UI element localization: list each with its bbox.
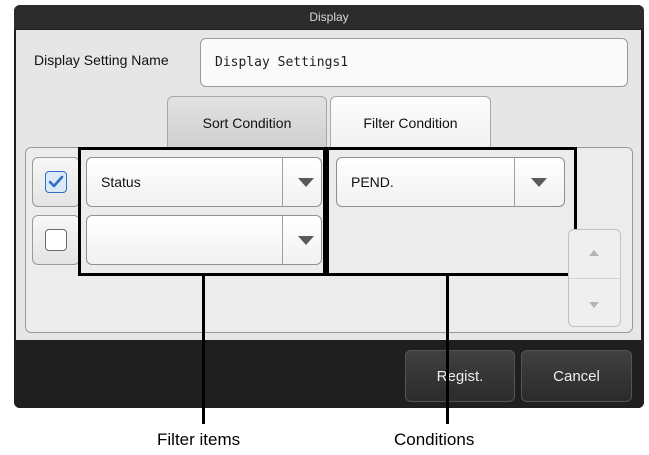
- display-setting-name-value: Display Settings1: [215, 55, 349, 70]
- regist-button[interactable]: Regist.: [405, 350, 515, 402]
- row-1-checkbox[interactable]: [45, 171, 67, 193]
- scroll-down-icon[interactable]: [589, 302, 599, 308]
- filter-items-callout-line: [202, 276, 205, 424]
- conditions-callout-label: Conditions: [394, 430, 475, 449]
- scroll-buttons[interactable]: [568, 229, 621, 327]
- conditions-callout-line: [446, 276, 449, 424]
- conditions-highlight-box: [326, 147, 577, 276]
- scroll-up-icon[interactable]: [589, 250, 599, 256]
- tab-sort-condition[interactable]: Sort Condition: [167, 96, 327, 148]
- filter-items-callout-label: Filter items: [157, 430, 241, 449]
- display-setting-name-field[interactable]: Display Settings1: [200, 38, 628, 87]
- tab-filter-condition[interactable]: Filter Condition: [330, 96, 491, 148]
- row-2-checkbox-cell[interactable]: [32, 215, 80, 265]
- checkmark-icon: [48, 175, 64, 188]
- scroll-divider: [569, 278, 620, 279]
- filter-items-highlight-box: [78, 147, 326, 276]
- row-1-checkbox-cell[interactable]: [32, 157, 80, 207]
- dialog-title: Display: [14, 5, 644, 29]
- row-2-checkbox[interactable]: [45, 229, 67, 251]
- cancel-button[interactable]: Cancel: [521, 350, 632, 402]
- display-setting-name-label: Display Setting Name: [34, 52, 169, 68]
